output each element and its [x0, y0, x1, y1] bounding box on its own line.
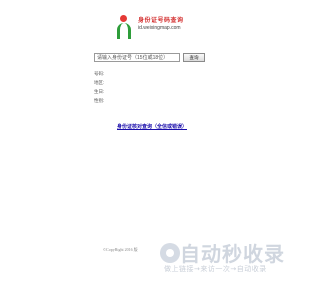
site-logo[interactable]: 身份证号码查询 id.weixingmap.com — [117, 14, 197, 40]
logo-url: id.weixingmap.com — [138, 25, 181, 31]
search-form: 查询 — [94, 53, 206, 63]
birthday-label: 生日: — [94, 89, 105, 94]
watermark-title: 自动秒收录 — [180, 242, 285, 266]
person-logo-icon — [117, 14, 133, 40]
region-label: 地区: — [94, 80, 105, 85]
watermark: 自动秒收录 做上链接→来访一次→自动收录 — [138, 233, 300, 279]
copyright-text: ©CopyRight 2016 版 — [103, 247, 138, 252]
watermark-subtitle: 做上链接→来访一次→自动收录 — [164, 265, 267, 273]
query-button[interactable]: 查询 — [183, 53, 205, 62]
gender-label: 性别: — [94, 98, 105, 103]
logo-body-shape — [117, 23, 131, 39]
logo-head-shape — [120, 15, 127, 22]
logo-title: 身份证号码查询 — [138, 17, 184, 24]
watermark-logo-icon — [160, 243, 180, 263]
number-label: 号码: — [94, 71, 105, 76]
result-info: 号码: 地区: 生日: 性别: — [94, 69, 104, 105]
id-number-input[interactable] — [94, 53, 180, 62]
verify-query-link[interactable]: 身份证核对查询（全信或错误） — [117, 123, 187, 130]
